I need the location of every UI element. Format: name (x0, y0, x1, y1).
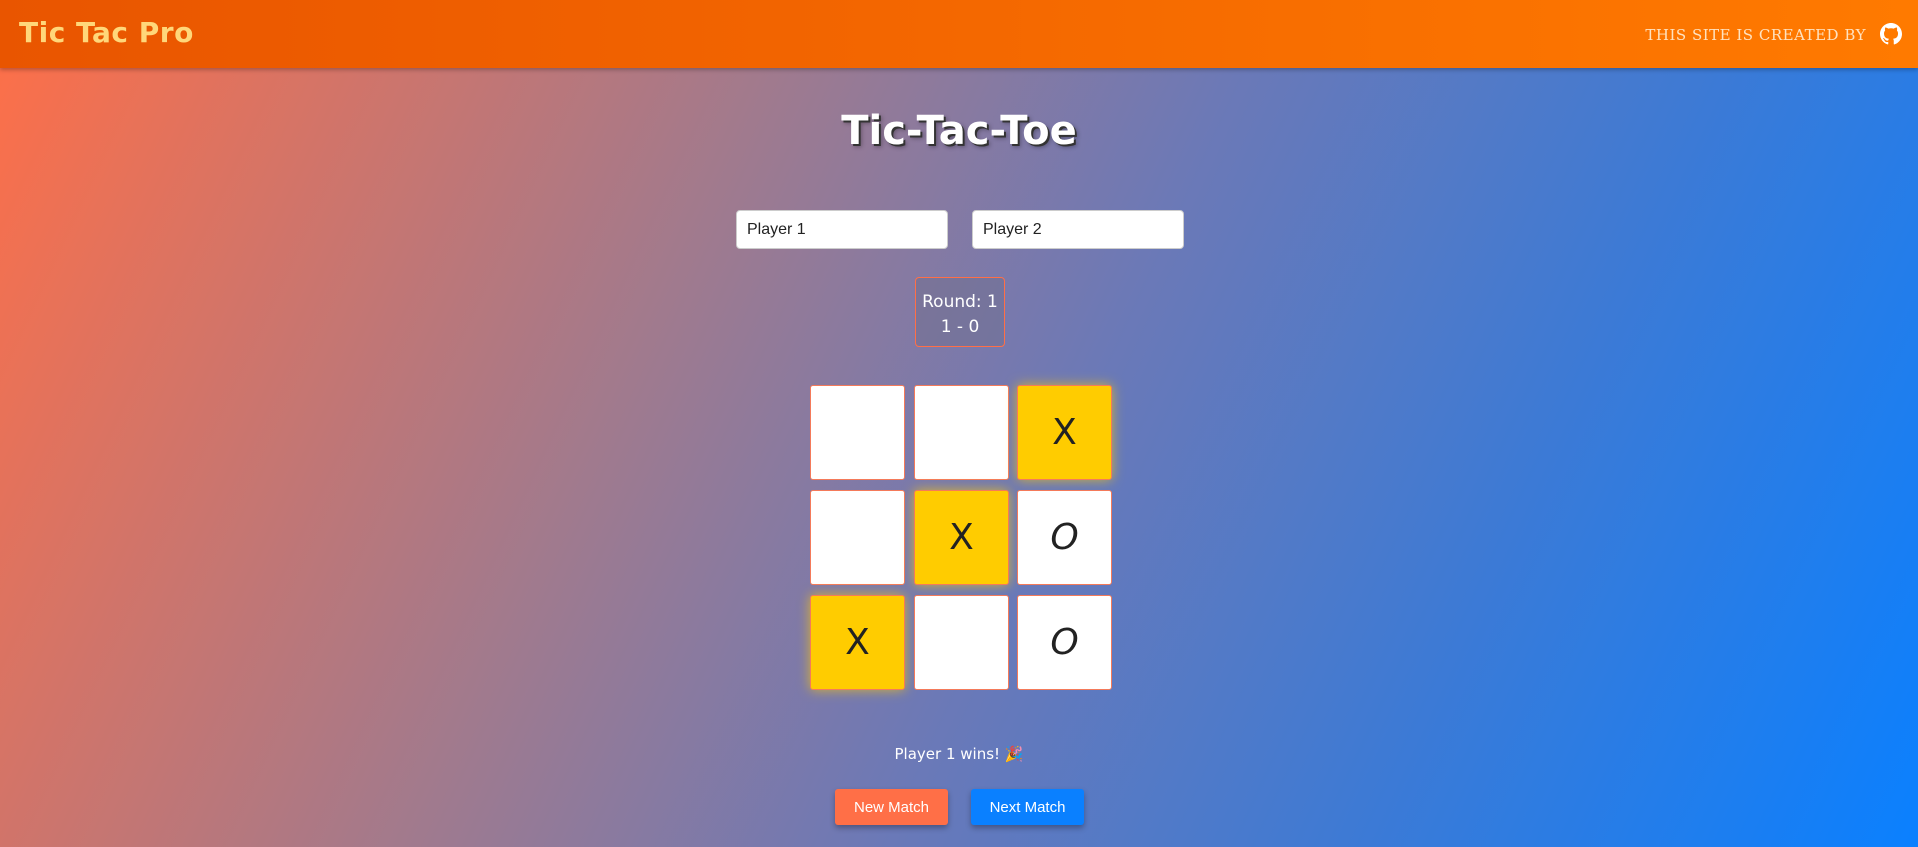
board-cell[interactable]: O (1017, 490, 1112, 585)
next-match-button[interactable]: Next Match (971, 789, 1084, 825)
scoreboard: Round: 1 1 - 0 (915, 277, 1005, 347)
round-label: Round: 1 (922, 292, 998, 312)
page-title: Tic-Tac-Toe (841, 108, 1077, 154)
board-cell[interactable]: X (914, 490, 1009, 585)
result-message: Player 1 wins! 🎉 (894, 745, 1024, 763)
navbar: Tic Tac Pro THIS SITE IS CREATED BY (0, 0, 1918, 68)
new-match-button[interactable]: New Match (835, 789, 948, 825)
board-cell[interactable]: O (1017, 595, 1112, 690)
board-cell[interactable] (810, 385, 905, 480)
player1-name-input[interactable] (736, 210, 948, 249)
score-label: 1 - 0 (940, 317, 980, 337)
brand-logo[interactable]: Tic Tac Pro (19, 16, 194, 49)
player2-name-input[interactable] (972, 210, 1184, 249)
board-cell[interactable]: X (1017, 385, 1112, 480)
board-cell[interactable] (810, 490, 905, 585)
board-cell[interactable] (914, 595, 1009, 690)
board-cell[interactable]: X (810, 595, 905, 690)
creator-credit: THIS SITE IS CREATED BY (1645, 26, 1866, 44)
github-icon[interactable] (1880, 23, 1902, 45)
board-cell[interactable] (914, 385, 1009, 480)
game-board: X X O X O (810, 385, 1113, 691)
